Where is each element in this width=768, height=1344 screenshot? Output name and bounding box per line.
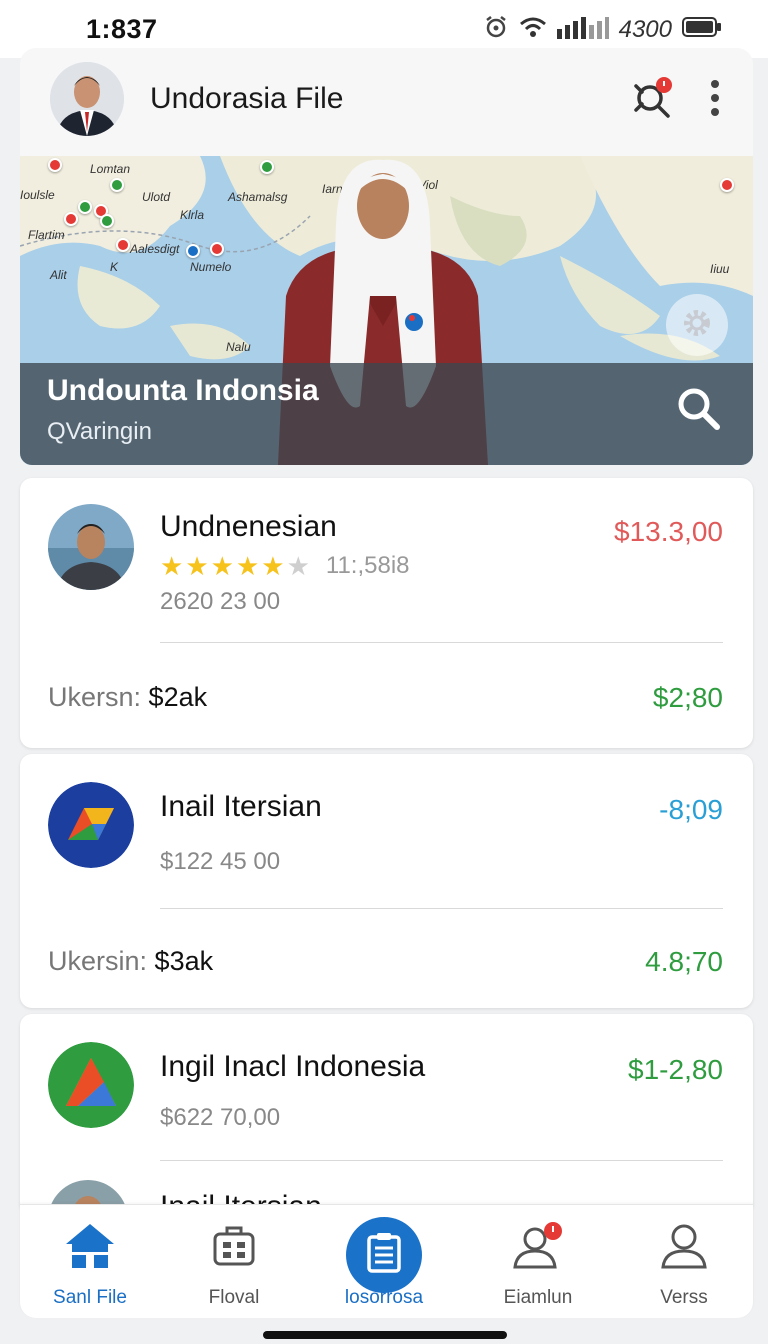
card-footer-value: 4.8;70 bbox=[645, 946, 723, 977]
map-label: Nalu bbox=[226, 340, 251, 354]
user-icon bbox=[659, 1221, 709, 1276]
map-pin-icon bbox=[64, 212, 78, 226]
footer-amount: $2ak bbox=[148, 682, 208, 712]
hero-banner[interactable]: Lomtan Ioulsle Flartim Ulotd Aalesdigt A… bbox=[20, 156, 753, 465]
briefcase-icon bbox=[212, 1224, 256, 1273]
map-label: K bbox=[110, 260, 119, 274]
home-icon bbox=[64, 1222, 116, 1275]
map-label: Klrla bbox=[180, 208, 205, 222]
card-footer-value: $2;80 bbox=[652, 682, 723, 713]
nav-label: Floval bbox=[208, 1287, 260, 1308]
bottom-navigation: Sanl File Floval losorrosa Eiamlun Verss bbox=[20, 1204, 753, 1318]
map-pin-icon bbox=[116, 238, 130, 252]
rating-count: 11:,58i8 bbox=[325, 552, 410, 579]
map-settings-button[interactable] bbox=[666, 294, 728, 356]
star-icon: ★ bbox=[185, 551, 209, 581]
notification-search-icon bbox=[630, 76, 674, 125]
map-label: Flartim bbox=[28, 228, 65, 242]
status-icons: 4300 bbox=[483, 14, 722, 45]
map-pin-icon bbox=[260, 160, 274, 174]
map-pin-icon bbox=[78, 200, 92, 214]
star-icon: ★ bbox=[235, 551, 260, 581]
map-pin-icon bbox=[100, 214, 114, 228]
nav-item-home[interactable]: Sanl File bbox=[20, 1221, 160, 1309]
map-label: Numelo bbox=[190, 260, 232, 274]
map-label: Ulotd bbox=[142, 190, 171, 204]
footer-amount: $3ak bbox=[154, 946, 214, 976]
star-icon: ★ bbox=[210, 551, 234, 581]
footer-label-text: Ukersn: bbox=[48, 682, 142, 712]
app-bar: Undorasia File bbox=[20, 48, 753, 158]
map-pin-icon bbox=[210, 242, 224, 256]
star-icon: ★ bbox=[160, 551, 184, 581]
battery-level: 4300 bbox=[618, 15, 672, 43]
list-card[interactable]: Ingil Inacl Indonesia $1-2,80 $622 70,00… bbox=[20, 1014, 753, 1214]
map-pin-icon bbox=[48, 158, 62, 172]
card-divider bbox=[160, 1160, 723, 1161]
card-title: Inail Itersian bbox=[160, 790, 322, 823]
list-card[interactable]: Undnenesian $13.3,00 ★ ★ ★ ★ ★ ★ 11:,58i… bbox=[20, 478, 753, 748]
card-app-logo bbox=[48, 782, 134, 868]
card-subtitle: 2620 23 00 bbox=[160, 588, 281, 615]
hero-search-button[interactable] bbox=[670, 382, 726, 438]
profile-avatar[interactable] bbox=[50, 62, 124, 136]
nav-label: Eiamlun bbox=[503, 1287, 573, 1308]
star-icon: ★ bbox=[286, 551, 310, 581]
nav-label: Sanl File bbox=[53, 1287, 127, 1308]
card-app-logo bbox=[48, 1042, 134, 1128]
battery-icon bbox=[682, 16, 722, 43]
card-price: $1-2,80 bbox=[628, 1054, 723, 1085]
star-rating: ★ ★ ★ ★ ★ ★ 11:,58i8 bbox=[160, 552, 410, 580]
map-pin-icon bbox=[720, 178, 734, 192]
nav-item-floval[interactable]: Floval bbox=[164, 1221, 304, 1309]
nav-item-verss[interactable]: Verss bbox=[614, 1221, 754, 1309]
footer-label-text: Ukersin: bbox=[48, 946, 148, 976]
map-label: Alit bbox=[50, 268, 67, 282]
notification-search-button[interactable] bbox=[628, 76, 676, 124]
hero-title: Undounta Indonsia bbox=[47, 374, 319, 407]
gear-icon bbox=[680, 306, 714, 345]
map-pin-icon bbox=[110, 178, 124, 192]
nav-label: Verss bbox=[660, 1287, 708, 1308]
card-footer-label: Ukersn: $2ak bbox=[48, 682, 207, 713]
wifi-icon bbox=[519, 16, 547, 43]
profile-alert-icon bbox=[511, 1221, 565, 1276]
star-icon: ★ bbox=[261, 551, 285, 581]
status-time: 1:837 bbox=[86, 14, 158, 44]
list-card[interactable]: Inail Itersian -8;09 $122 45 00 Ukersin:… bbox=[20, 754, 753, 1008]
card-subtitle: $122 45 00 bbox=[160, 848, 281, 875]
map-label: Lomtan bbox=[90, 162, 131, 176]
nav-item-eiamlun[interactable]: Eiamlun bbox=[468, 1221, 608, 1309]
card-divider bbox=[160, 908, 723, 909]
card-title: Undnenesian bbox=[160, 510, 337, 543]
more-options-button[interactable] bbox=[691, 76, 739, 124]
card-divider bbox=[160, 642, 723, 643]
card-price: $13.3,00 bbox=[614, 516, 723, 547]
alarm-icon bbox=[483, 14, 509, 45]
map-label: Iiuu bbox=[710, 262, 730, 276]
hero-subtitle: QVaringin bbox=[47, 418, 152, 445]
signal-icon bbox=[556, 15, 609, 44]
home-indicator[interactable] bbox=[263, 1331, 507, 1339]
map-label: Aalesdigt bbox=[130, 242, 180, 256]
card-title: Ingil Inacl Indonesia bbox=[160, 1050, 426, 1083]
card-avatar bbox=[48, 504, 134, 590]
nav-center-button[interactable] bbox=[346, 1217, 422, 1293]
app-title: Undorasia File bbox=[150, 82, 344, 115]
map-label: Ioulsle bbox=[20, 188, 55, 202]
map-pin-icon bbox=[186, 244, 200, 258]
card-price: -8;09 bbox=[659, 794, 723, 825]
card-subtitle: $622 70,00 bbox=[160, 1104, 281, 1131]
card-footer-label: Ukersin: $3ak bbox=[48, 946, 213, 977]
clipboard-icon bbox=[366, 1232, 402, 1278]
search-icon bbox=[675, 385, 721, 436]
more-vert-icon bbox=[709, 78, 721, 123]
